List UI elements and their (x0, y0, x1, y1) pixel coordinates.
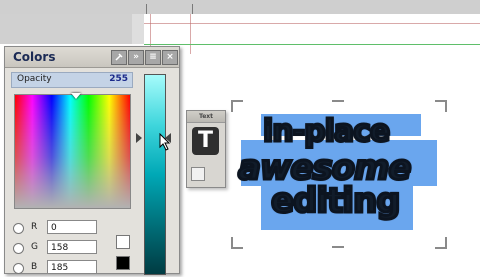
margin-guide (144, 23, 480, 24)
text-tool-palette[interactable]: Text T (186, 110, 226, 188)
shade-slider[interactable] (144, 74, 166, 275)
green-field[interactable]: 158 (47, 240, 97, 254)
colors-panel[interactable]: Colors » ≡ × Opacity 255 R 0 G 158 B 185 (4, 46, 180, 277)
selection-handle-top-left[interactable] (231, 100, 243, 112)
workspace-background (0, 14, 132, 44)
top-ruler (0, 0, 480, 15)
fill-swatch[interactable] (116, 235, 130, 249)
selection-handle-top-right[interactable] (435, 100, 447, 112)
blue-radio[interactable] (13, 263, 24, 274)
blue-field[interactable]: 185 (47, 260, 97, 274)
tool-palette-title[interactable]: Text (187, 111, 225, 123)
text-line-3[interactable]: editing (270, 182, 403, 221)
green-label: G (31, 242, 38, 252)
red-radio[interactable] (13, 223, 24, 234)
tool-option-icon[interactable] (191, 167, 205, 181)
red-label: R (31, 222, 38, 232)
selection-handle-bottom[interactable] (332, 246, 344, 248)
pin-icon[interactable] (111, 50, 127, 65)
spectrum-marker-icon[interactable] (71, 93, 81, 99)
stroke-swatch[interactable] (116, 256, 130, 270)
red-row: R 0 (11, 219, 111, 237)
mouse-cursor-icon (159, 133, 171, 151)
expand-icon[interactable]: » (128, 50, 144, 65)
selection-handle-bottom-left[interactable] (231, 237, 243, 249)
column-guide (144, 44, 480, 45)
ruler-tick (146, 4, 147, 14)
panel-titlebar[interactable]: Colors » ≡ × (5, 47, 179, 68)
red-field[interactable]: 0 (47, 220, 97, 234)
opacity-row[interactable]: Opacity 255 (11, 72, 133, 88)
selection-handle-top[interactable] (332, 100, 344, 102)
panel-title: Colors (13, 50, 56, 64)
slider-left-arrow-icon[interactable] (136, 133, 142, 143)
text-tool-button[interactable]: T (192, 127, 219, 155)
blue-label: B (31, 262, 38, 272)
menu-icon[interactable]: ≡ (145, 50, 161, 65)
color-spectrum[interactable] (14, 94, 131, 209)
ruler-tick (192, 4, 193, 14)
text-line-1[interactable]: in-place (261, 114, 391, 149)
opacity-value[interactable]: 255 (109, 74, 128, 84)
margin-guide (190, 14, 191, 54)
green-radio[interactable] (13, 243, 24, 254)
blue-row: B 185 (11, 259, 111, 277)
selection-handle-bottom-right[interactable] (435, 237, 447, 249)
opacity-label: Opacity (17, 74, 52, 84)
close-icon[interactable]: × (162, 50, 178, 65)
green-row: G 158 (11, 239, 111, 257)
